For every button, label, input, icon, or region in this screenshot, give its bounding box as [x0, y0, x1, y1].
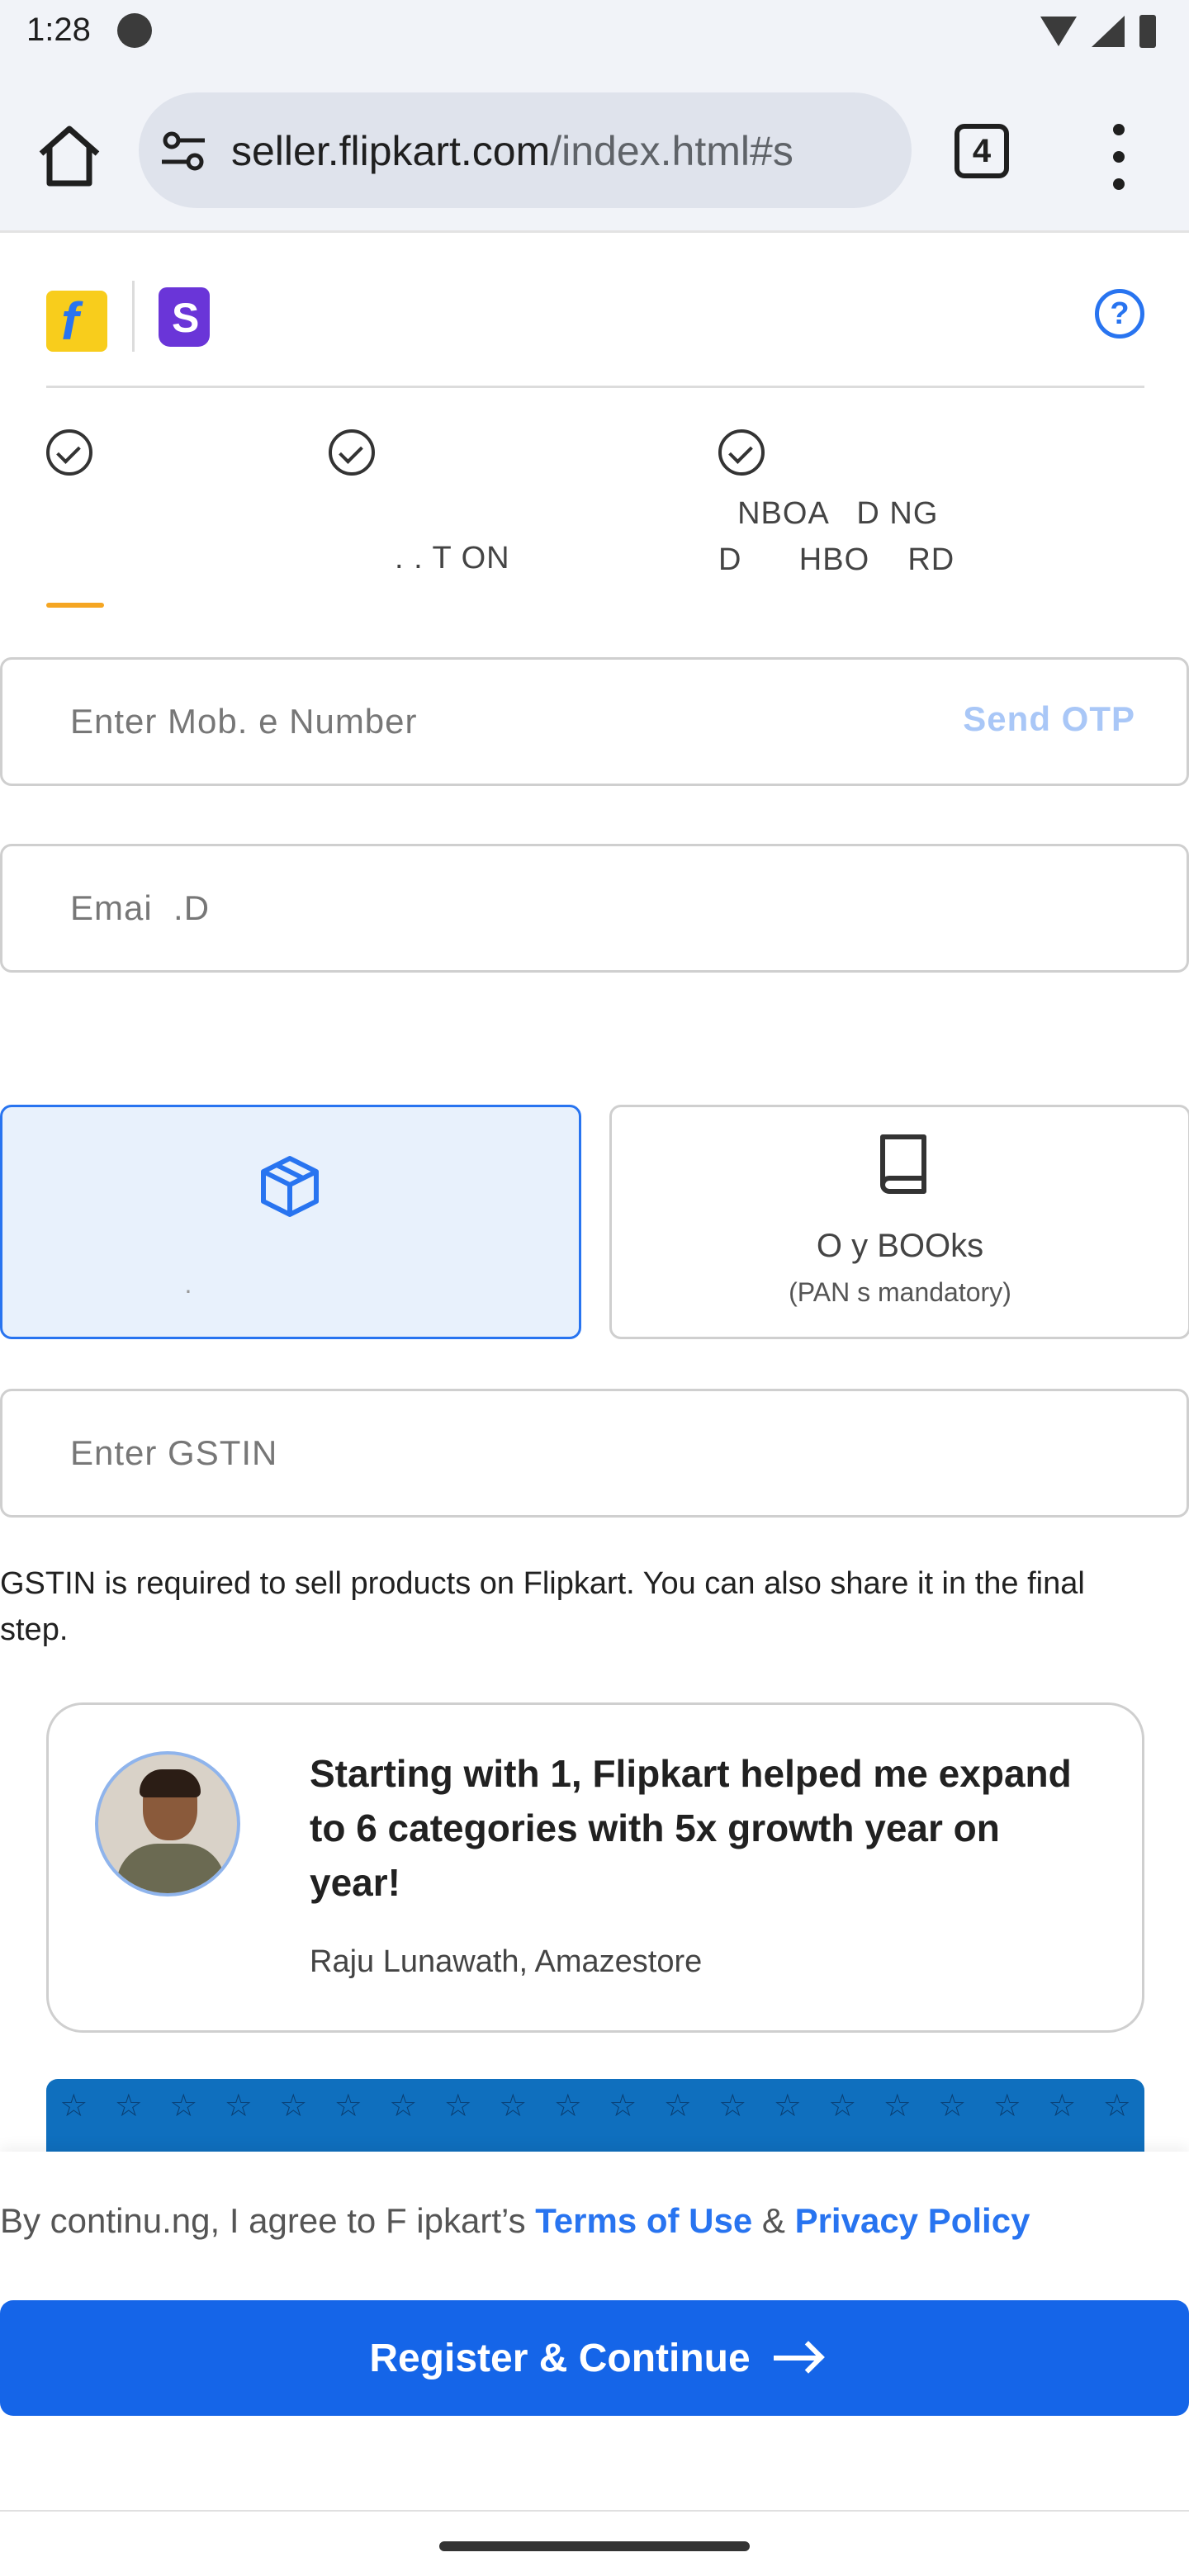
star-icon: ☆ — [443, 2089, 472, 2124]
testimonial-card: Starting with 1, Flipkart helped me expa… — [46, 1702, 1144, 2033]
send-otp-button[interactable]: Send OTP — [963, 699, 1135, 739]
star-icon: ☆ — [499, 2089, 528, 2124]
wifi-icon — [1040, 17, 1077, 46]
privacy-link[interactable]: Privacy Policy — [795, 2201, 1030, 2240]
status-time: 1:28 — [26, 12, 91, 48]
check-circle-icon — [46, 429, 92, 476]
site-header: f S ? — [46, 281, 1144, 388]
check-circle-icon — [718, 429, 765, 476]
category-subtitle: . — [184, 1269, 192, 1299]
home-icon[interactable] — [33, 122, 106, 188]
gstin-input[interactable] — [69, 1424, 894, 1482]
url-text: seller.flipkart.com/index.html#s — [231, 127, 793, 175]
email-field[interactable] — [0, 844, 1189, 973]
star-icon: ☆ — [114, 2089, 143, 2124]
site-settings-icon[interactable] — [160, 130, 206, 172]
step-label: NBOA D NG D HBO RD — [718, 496, 955, 577]
star-icon: ☆ — [773, 2089, 802, 2124]
star-icon: ☆ — [279, 2089, 308, 2124]
star-icon: ☆ — [609, 2089, 637, 2124]
url-host: seller.flipkart.com — [231, 128, 551, 174]
star-icon: ☆ — [334, 2089, 362, 2124]
star-icon: ☆ — [169, 2089, 198, 2124]
terms-link[interactable]: Terms of Use — [535, 2201, 752, 2240]
help-icon[interactable]: ? — [1095, 289, 1144, 339]
signal-icon — [1092, 16, 1125, 47]
arrow-right-icon — [773, 2356, 820, 2361]
status-bar: 1:28 — [0, 0, 1189, 69]
step-1 — [46, 429, 92, 476]
star-icon: ☆ — [718, 2089, 747, 2124]
star-icon: ☆ — [828, 2089, 857, 2124]
star-icon: ☆ — [224, 2089, 253, 2124]
shopsy-logo[interactable]: S — [159, 287, 210, 347]
star-pattern: ☆ ☆ ☆ ☆ ☆ ☆ ☆ ☆ ☆ ☆ ☆ ☆ ☆ ☆ ☆ ☆ ☆ ☆ ☆ ☆ — [46, 2087, 1144, 2124]
mobile-input[interactable] — [69, 693, 894, 751]
address-bar[interactable]: seller.flipkart.com/index.html#s — [139, 92, 912, 208]
step-label: . . T ON — [395, 541, 510, 575]
logo-divider — [132, 281, 135, 352]
active-step-indicator — [46, 603, 104, 608]
star-icon: ☆ — [938, 2089, 967, 2124]
url-path: /index.html#s — [550, 128, 793, 174]
bottom-action-sheet: By continu.ng, I agree to F ipkart’s Ter… — [0, 2152, 1189, 2510]
star-icon: ☆ — [59, 2089, 88, 2124]
consent-text: By continu.ng, I agree to F ipkart’s Ter… — [0, 2201, 1030, 2241]
star-icon: ☆ — [389, 2089, 418, 2124]
category-subtitle: (PAN s mandatory) — [789, 1277, 1011, 1307]
avatar — [95, 1751, 240, 1896]
check-circle-icon — [329, 429, 375, 476]
register-button-label: Register & Continue — [369, 2336, 751, 2380]
browser-toolbar: seller.flipkart.com/index.html#s 4 — [0, 69, 1189, 233]
star-icon: ☆ — [992, 2089, 1021, 2124]
consent-amp: & — [752, 2201, 795, 2240]
category-card-books[interactable]: O y BOOks (PAN s mandatory) — [609, 1105, 1189, 1339]
more-menu-icon[interactable] — [1106, 124, 1131, 190]
category-title: O y BOOks — [816, 1228, 984, 1264]
status-icons — [1040, 15, 1156, 48]
mobile-field[interactable]: Send OTP — [0, 657, 1189, 786]
app-notification-icon — [117, 13, 152, 48]
system-nav-bar — [0, 2510, 1189, 2576]
testimonial-author: Raju Lunawath, Amazestore — [310, 1944, 703, 1979]
star-icon: ☆ — [663, 2089, 692, 2124]
gstin-helper-text: GSTIN is required to sell products on Fl… — [0, 1566, 1085, 1647]
star-icon: ☆ — [1048, 2089, 1077, 2124]
star-icon: ☆ — [553, 2089, 582, 2124]
step-2: . . T ON — [329, 429, 509, 575]
star-icon: ☆ — [883, 2089, 912, 2124]
gstin-field[interactable] — [0, 1389, 1189, 1518]
package-icon — [258, 1153, 321, 1224]
testimonial-quote: Starting with 1, Flipkart helped me expa… — [310, 1752, 1072, 1904]
gesture-handle[interactable] — [439, 2541, 750, 2551]
email-input[interactable] — [69, 879, 894, 937]
category-card-all[interactable]: . — [0, 1105, 581, 1339]
star-icon: ☆ — [1102, 2089, 1131, 2124]
consent-prefix: By continu.ng, I agree to F ipkart’s — [0, 2201, 536, 2240]
step-3: NBOA D NG D HBO RD — [718, 429, 954, 577]
register-continue-button[interactable]: Register & Continue — [0, 2300, 1189, 2416]
battery-icon — [1139, 15, 1156, 48]
flipkart-logo[interactable]: f — [46, 291, 107, 352]
book-icon — [876, 1132, 931, 1202]
promo-banner: ☆ ☆ ☆ ☆ ☆ ☆ ☆ ☆ ☆ ☆ ☆ ☆ ☆ ☆ ☆ ☆ ☆ ☆ ☆ ☆ — [46, 2079, 1144, 2153]
tab-switcher-button[interactable]: 4 — [955, 124, 1009, 178]
